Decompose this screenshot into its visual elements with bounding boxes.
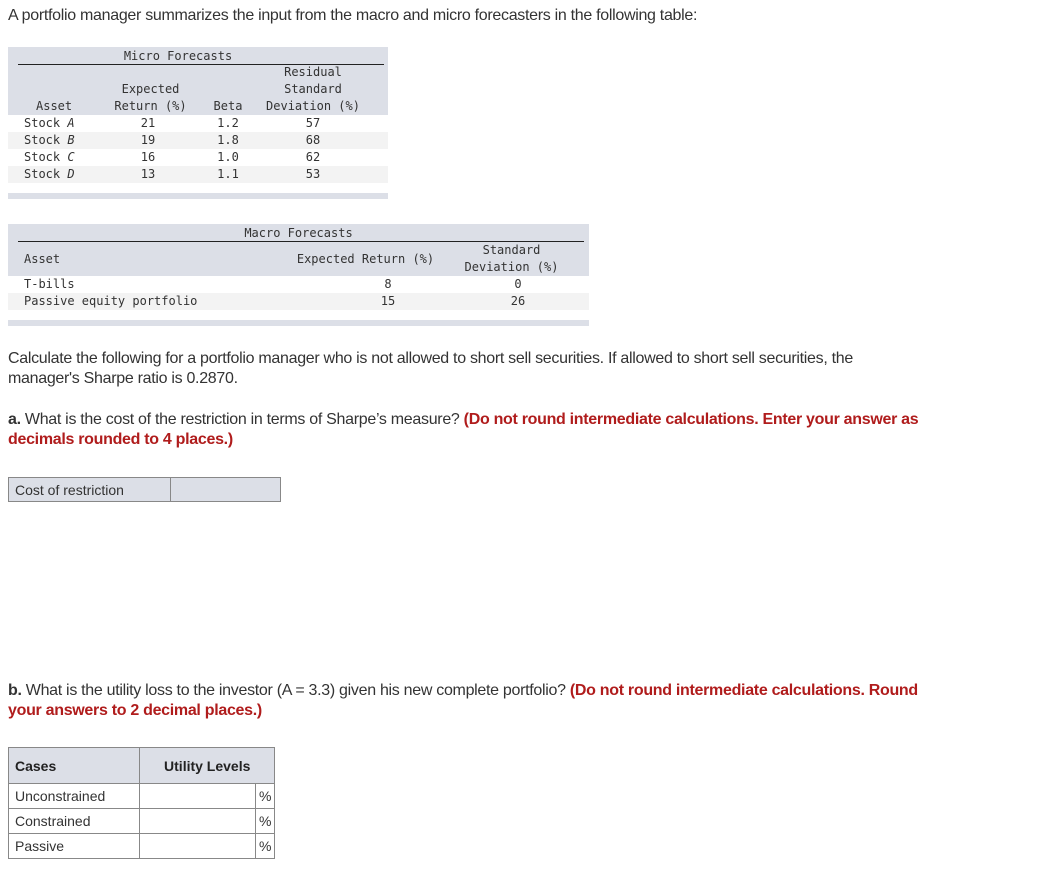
table-row: Stock D 13 1.1 53 bbox=[8, 166, 388, 183]
residual-sd: 62 bbox=[305, 150, 321, 164]
asset-name: Passive equity portfolio bbox=[24, 294, 198, 308]
unconstrained-utility-input[interactable] bbox=[146, 783, 253, 809]
col-resid-2: Standard bbox=[284, 82, 342, 96]
asset-name: Stock B bbox=[24, 133, 75, 147]
asset-name: Stock A bbox=[24, 116, 75, 130]
col-utility-levels: Utility Levels bbox=[138, 747, 276, 784]
utility-input-cell[interactable] bbox=[139, 783, 256, 809]
col-asset: Asset bbox=[24, 252, 61, 266]
question-b: b. What is the utility loss to the inves… bbox=[8, 682, 918, 719]
percent-unit: % bbox=[254, 833, 276, 859]
table-row: Stock A 21 1.2 57 bbox=[8, 115, 388, 132]
passive-utility-input[interactable] bbox=[146, 833, 253, 859]
macro-table-title: Macro Forecasts bbox=[244, 226, 353, 240]
col-resid-1: Residual bbox=[284, 65, 342, 79]
col-resid-3: Deviation (%) bbox=[266, 99, 360, 113]
utility-levels-table: Cases Utility Levels Unconstrained % Con… bbox=[8, 747, 276, 859]
beta: 1.8 bbox=[217, 133, 239, 147]
expected-return: 19 bbox=[140, 133, 156, 147]
col-expected-return: Expected Return (%) bbox=[296, 252, 435, 266]
utility-input-cell[interactable] bbox=[139, 833, 256, 859]
col-expected-2: Return (%) bbox=[114, 99, 187, 113]
col-beta: Beta bbox=[213, 99, 243, 113]
expected-return: 16 bbox=[140, 150, 156, 164]
table-row: Stock B 19 1.8 68 bbox=[8, 132, 388, 149]
standard-deviation: 0 bbox=[514, 277, 522, 291]
case-label: Unconstrained bbox=[8, 783, 140, 809]
table-row: Stock C 16 1.0 62 bbox=[8, 149, 388, 166]
calculation-instructions: Calculate the following for a portfolio … bbox=[8, 350, 853, 387]
table-footer-bar bbox=[8, 320, 589, 326]
intro-text: A portfolio manager summarizes the input… bbox=[8, 7, 698, 24]
utility-input-cell[interactable] bbox=[139, 808, 256, 834]
asset-name: T-bills bbox=[24, 277, 75, 291]
col-asset: Asset bbox=[36, 99, 73, 113]
table-header-row: Cases Utility Levels bbox=[8, 747, 276, 784]
table-footer-bar bbox=[8, 193, 388, 199]
cost-input-cell[interactable] bbox=[170, 477, 281, 502]
micro-table-header: Micro Forecasts Asset Expected Return (%… bbox=[8, 47, 388, 115]
col-cases: Cases bbox=[8, 747, 140, 784]
percent-unit: % bbox=[254, 783, 276, 809]
standard-deviation: 26 bbox=[510, 294, 526, 308]
expected-return: 13 bbox=[140, 167, 156, 181]
micro-table-title: Micro Forecasts bbox=[123, 49, 233, 63]
residual-sd: 57 bbox=[305, 116, 321, 130]
col-sd-2: Deviation (%) bbox=[464, 260, 559, 274]
cost-label: Cost of restriction bbox=[8, 477, 171, 502]
asset-name: Stock D bbox=[24, 167, 75, 181]
case-label: Constrained bbox=[8, 808, 140, 834]
col-expected-1: Expected bbox=[121, 82, 180, 96]
table-row: Passive equity portfolio 15 26 bbox=[8, 293, 589, 310]
beta: 1.2 bbox=[217, 116, 239, 130]
residual-sd: 53 bbox=[305, 167, 321, 181]
table-row: T-bills 8 0 bbox=[8, 276, 589, 293]
col-sd-1: Standard bbox=[482, 243, 541, 257]
asset-name: Stock C bbox=[24, 150, 75, 164]
percent-unit: % bbox=[254, 808, 276, 834]
residual-sd: 68 bbox=[305, 133, 321, 147]
macro-table-header: Macro Forecasts Asset Expected Return (%… bbox=[8, 224, 589, 276]
table-row: Passive % bbox=[8, 833, 276, 859]
table-row: Unconstrained % bbox=[8, 783, 276, 809]
expected-return: 21 bbox=[140, 116, 156, 130]
expected-return: 15 bbox=[380, 294, 396, 308]
expected-return: 8 bbox=[384, 277, 392, 291]
cost-of-restriction-input[interactable] bbox=[177, 477, 278, 502]
case-label: Passive bbox=[8, 833, 140, 859]
question-a: a. What is the cost of the restriction i… bbox=[8, 411, 919, 448]
macro-forecasts-table: Macro Forecasts Asset Expected Return (%… bbox=[8, 224, 589, 326]
constrained-utility-input[interactable] bbox=[146, 808, 253, 834]
beta: 1.1 bbox=[217, 167, 239, 181]
micro-forecasts-table: Micro Forecasts Asset Expected Return (%… bbox=[8, 47, 388, 199]
table-row: Constrained % bbox=[8, 808, 276, 834]
table-row: Cost of restriction bbox=[8, 477, 281, 502]
cost-of-restriction-table: Cost of restriction bbox=[8, 477, 281, 502]
beta: 1.0 bbox=[217, 150, 239, 164]
